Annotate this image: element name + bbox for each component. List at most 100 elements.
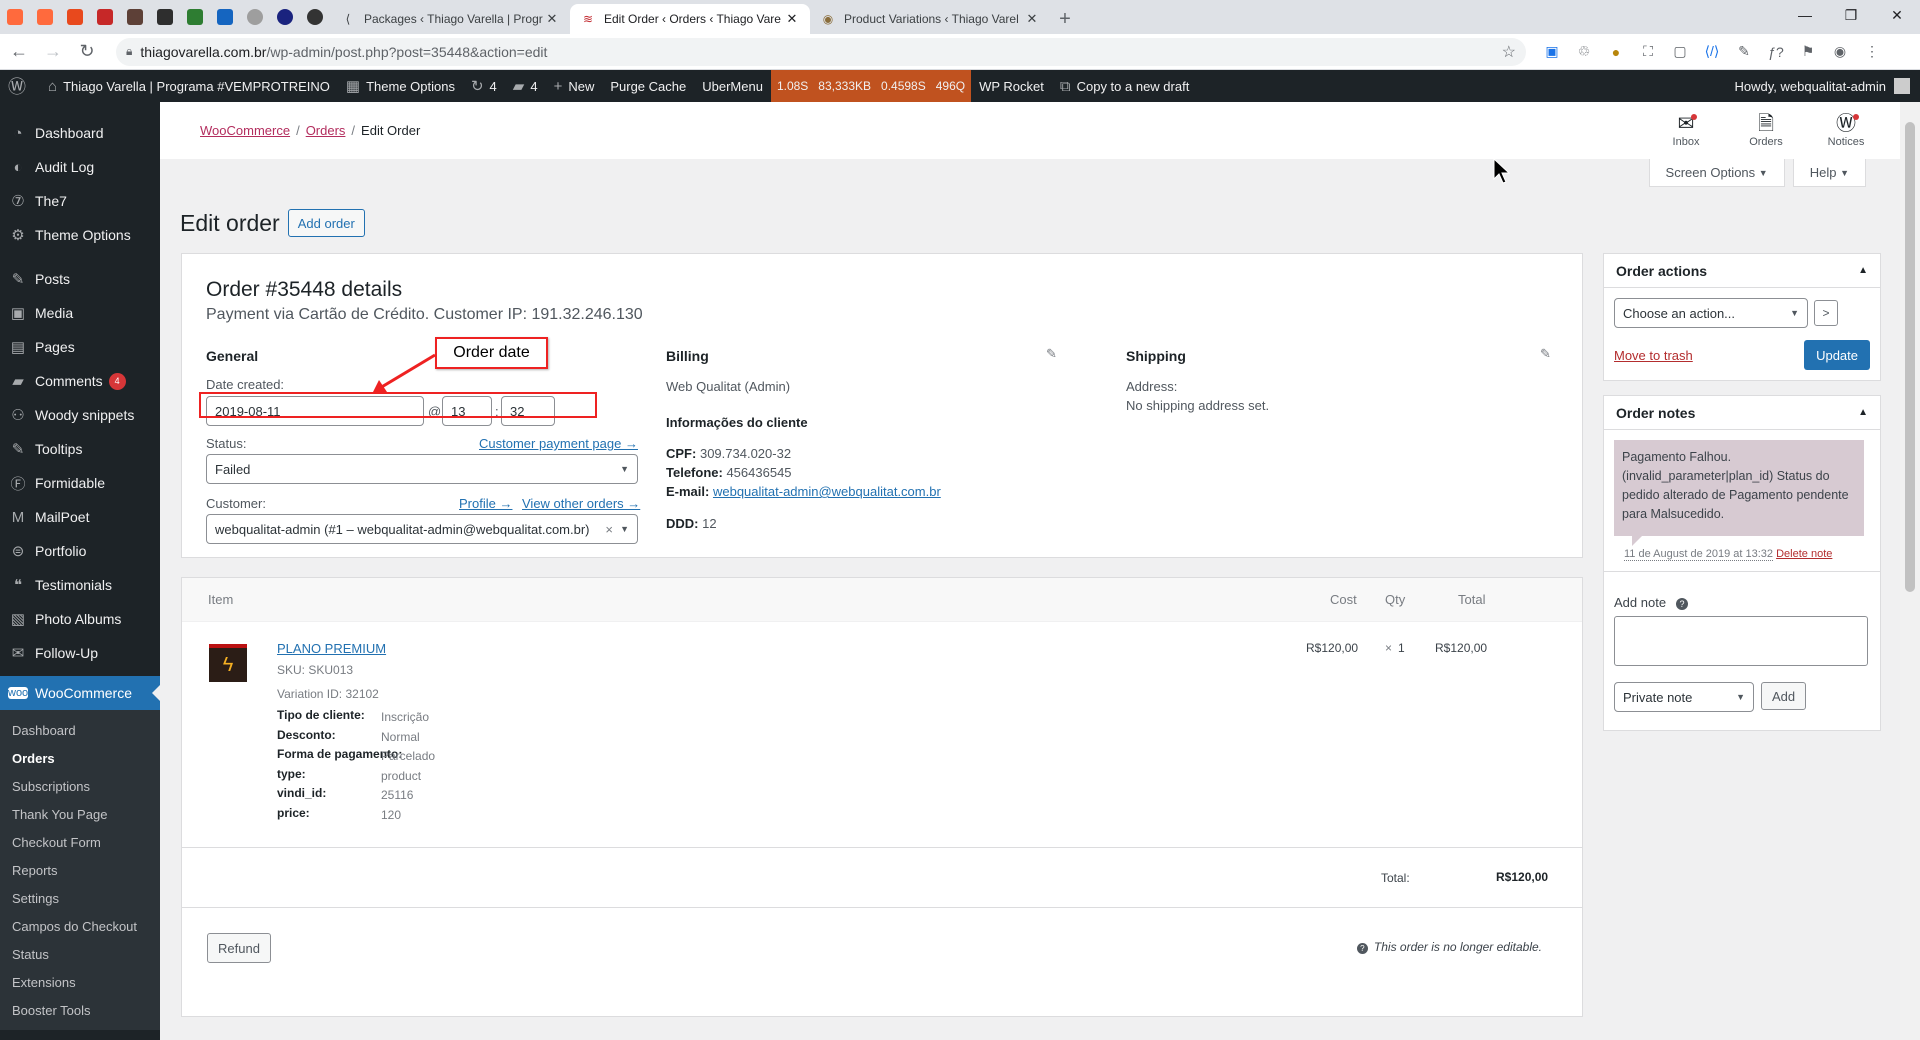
- clear-icon[interactable]: ×: [605, 522, 613, 537]
- profile-link[interactable]: Profile →: [459, 496, 512, 511]
- pinned-tab-favicon-icon[interactable]: [0, 0, 30, 34]
- pinned-tab-favicon-icon[interactable]: [240, 0, 270, 34]
- order-actions-header[interactable]: Order actions ▲: [1604, 254, 1880, 288]
- sidebar-item-audit-log[interactable]: ◐ Audit Log: [0, 150, 160, 184]
- collapse-arrow-icon[interactable]: ▲: [1858, 265, 1868, 276]
- apply-action-button[interactable]: >: [1814, 300, 1838, 326]
- customer-select[interactable]: webqualitat-admin (#1 – webqualitat-admi…: [206, 514, 638, 544]
- email-link[interactable]: webqualitat-admin@webqualitat.com.br: [713, 484, 941, 499]
- extension-icon[interactable]: ▢: [1664, 38, 1696, 66]
- order-notes-header[interactable]: Order notes ▲: [1604, 396, 1880, 430]
- screen-options-button[interactable]: Screen Options ▼: [1648, 159, 1785, 187]
- sidebar-item-posts[interactable]: ✎ Posts: [0, 262, 160, 296]
- update-button[interactable]: Update: [1804, 340, 1870, 370]
- bookmark-star-icon[interactable]: ☆: [1502, 42, 1516, 62]
- note-textarea[interactable]: [1614, 616, 1868, 666]
- sidebar-item-woocommerce[interactable]: woo WooCommerce: [0, 676, 160, 710]
- submenu-item-booster-tools[interactable]: Booster Tools: [0, 996, 160, 1024]
- minimize-icon[interactable]: —: [1782, 0, 1828, 30]
- sidebar-item-dashboard[interactable]: ◔ Dashboard: [0, 116, 160, 150]
- back-icon[interactable]: ←: [4, 37, 34, 67]
- extension-icon[interactable]: ƒ?: [1760, 38, 1792, 66]
- close-icon[interactable]: ✕: [1024, 11, 1040, 27]
- maximize-icon[interactable]: ❐: [1828, 0, 1874, 30]
- menu-kebab-icon[interactable]: ⋮: [1856, 38, 1888, 66]
- pinned-tab-favicon-icon[interactable]: [120, 0, 150, 34]
- submenu-item-subscriptions[interactable]: Subscriptions: [0, 772, 160, 800]
- sidebar-item-portfolio[interactable]: ⊜ Portfolio: [0, 534, 160, 568]
- sidebar-item-media[interactable]: ▣ Media: [0, 296, 160, 330]
- sidebar-item-the7[interactable]: ⑦ The7: [0, 184, 160, 218]
- move-to-trash-link[interactable]: Move to trash: [1614, 348, 1693, 363]
- refund-button[interactable]: Refund: [207, 933, 271, 963]
- new-tab-button[interactable]: +: [1050, 4, 1080, 34]
- extension-icon[interactable]: ✎: [1728, 38, 1760, 66]
- new-content-menu[interactable]: + New: [546, 70, 603, 102]
- sidebar-item-woody-snippets[interactable]: ⚇ Woody snippets: [0, 398, 160, 432]
- address-bar[interactable]: 🔒︎ thiagovarella.com.br/wp-admin/post.ph…: [116, 37, 1526, 66]
- pinned-tab-favicon-icon[interactable]: [90, 0, 120, 34]
- edit-shipping-pencil-icon[interactable]: ✎: [1540, 346, 1551, 362]
- extension-icon[interactable]: ▣: [1536, 38, 1568, 66]
- help-icon[interactable]: ?: [1676, 598, 1689, 610]
- theme-options-menu[interactable]: ▦ Theme Options: [338, 70, 463, 102]
- sidebar-item-mailpoet[interactable]: M MailPoet: [0, 500, 160, 534]
- sidebar-item-formidable[interactable]: Ⓕ Formidable: [0, 466, 160, 500]
- sidebar-item-testimonials[interactable]: ❝ Testimonials: [0, 568, 160, 602]
- purge-cache-menu[interactable]: Purge Cache: [602, 70, 694, 102]
- extension-icon[interactable]: ⛶: [1632, 38, 1664, 66]
- forward-icon[interactable]: →: [38, 37, 68, 67]
- sidebar-item-comments[interactable]: ▰ Comments 4: [0, 364, 160, 398]
- page-scrollbar[interactable]: [1900, 102, 1920, 1040]
- pinned-tab-favicon-icon[interactable]: [150, 0, 180, 34]
- notices-tab[interactable]: Ⓦ Notices: [1806, 112, 1886, 148]
- scrollbar-thumb[interactable]: [1905, 122, 1915, 592]
- browser-tab-edit-order[interactable]: ≋ Edit Order ‹ Orders ‹ Thiago Vare ✕: [570, 4, 810, 34]
- add-note-button[interactable]: Add: [1761, 682, 1807, 710]
- product-name-link[interactable]: PLANO PREMIUM: [277, 641, 386, 656]
- site-name-menu[interactable]: ⌂ Thiago Varella | Programa #VEMPROTREINO: [40, 70, 338, 102]
- submenu-item-extensions[interactable]: Extensions: [0, 968, 160, 996]
- collapse-arrow-icon[interactable]: ▲: [1858, 407, 1868, 418]
- sidebar-item-tooltips[interactable]: ✎ Tooltips: [0, 432, 160, 466]
- comments-menu[interactable]: ▰ 4: [505, 70, 546, 102]
- delete-note-link[interactable]: Delete note: [1776, 548, 1832, 560]
- inbox-tab[interactable]: ✉ Inbox: [1646, 112, 1726, 148]
- submenu-item-reports[interactable]: Reports: [0, 856, 160, 884]
- my-account-menu[interactable]: Howdy, webqualitat-admin: [1727, 70, 1920, 102]
- browser-tab-product-variations[interactable]: ◉ Product Variations ‹ Thiago Varel ✕: [810, 4, 1050, 34]
- sidebar-item-pages[interactable]: ▤ Pages: [0, 330, 160, 364]
- sidebar-item-photo-albums[interactable]: ▧ Photo Albums: [0, 602, 160, 636]
- edit-billing-pencil-icon[interactable]: ✎: [1046, 346, 1057, 362]
- extension-icon[interactable]: ⟨/⟩: [1696, 38, 1728, 66]
- pinned-tab-favicon-icon[interactable]: [60, 0, 90, 34]
- reload-icon[interactable]: ↻: [72, 37, 102, 67]
- order-action-select[interactable]: Choose an action... ▼: [1614, 298, 1808, 328]
- sidebar-item-follow-up[interactable]: ✉ Follow-Up: [0, 636, 160, 670]
- ubermenu-menu[interactable]: UberMenu: [694, 70, 771, 102]
- view-other-orders-link[interactable]: View other orders →: [522, 496, 640, 511]
- close-window-icon[interactable]: ✕: [1874, 0, 1920, 30]
- pinned-tab-favicon-icon[interactable]: [30, 0, 60, 34]
- close-icon[interactable]: ✕: [544, 11, 560, 27]
- browser-tab-packages[interactable]: ⟨ Packages ‹ Thiago Varella | Progr ✕: [330, 4, 570, 34]
- pinned-tab-favicon-icon[interactable]: [180, 0, 210, 34]
- help-button[interactable]: Help ▼: [1792, 159, 1866, 187]
- breadcrumb-orders[interactable]: Orders: [306, 123, 346, 138]
- wp-logo-menu[interactable]: Ⓦ: [0, 70, 40, 102]
- submenu-item-thank-you-page[interactable]: Thank You Page: [0, 800, 160, 828]
- order-status-select[interactable]: Failed ▼: [206, 454, 638, 484]
- pinned-tab-favicon-icon[interactable]: [270, 0, 300, 34]
- submenu-item-orders[interactable]: Orders: [0, 744, 160, 772]
- pinned-tab-favicon-icon[interactable]: [300, 0, 330, 34]
- extension-icon[interactable]: ●: [1600, 38, 1632, 66]
- query-monitor-menu[interactable]: 1.08S 83,333KB 0.4598S 496Q: [770, 70, 972, 102]
- close-icon[interactable]: ✕: [784, 11, 800, 27]
- updates-menu[interactable]: ↻ 4: [463, 70, 505, 102]
- pinned-tab-favicon-icon[interactable]: [210, 0, 240, 34]
- orders-tab[interactable]: 🗎︎ Orders: [1726, 112, 1806, 148]
- customer-payment-page-link[interactable]: Customer payment page →: [479, 436, 638, 451]
- extension-icon[interactable]: ⚑: [1792, 38, 1824, 66]
- submenu-item-campos-do-checkout[interactable]: Campos do Checkout: [0, 912, 160, 940]
- wp-rocket-menu[interactable]: WP Rocket: [971, 70, 1052, 102]
